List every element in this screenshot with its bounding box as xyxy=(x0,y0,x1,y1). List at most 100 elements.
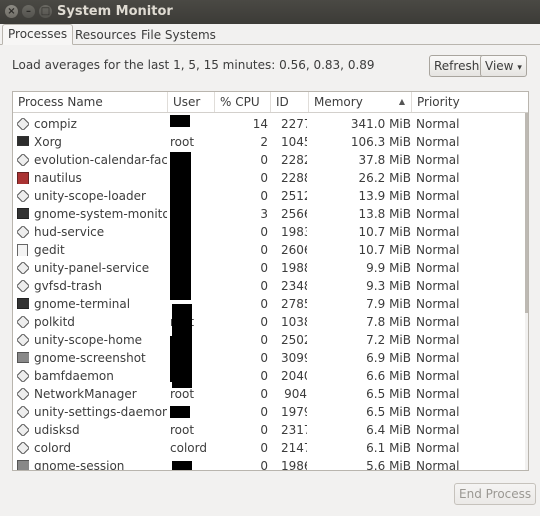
pid-cell: 2317 xyxy=(281,423,307,437)
table-row[interactable]: bamfdaemon 0 2040 6.6 MiB Normal xyxy=(13,367,525,385)
column-process-name[interactable]: Process Name xyxy=(13,92,168,112)
minimize-icon[interactable]: – xyxy=(22,5,35,18)
close-icon[interactable]: × xyxy=(5,5,18,18)
diamond-icon xyxy=(17,118,29,130)
diamond-icon xyxy=(17,406,29,418)
table-row[interactable]: unity-settings-daemon 0 1979 6.5 MiB Normal xyxy=(13,403,525,421)
priority-cell: Normal xyxy=(416,207,460,221)
cpu-cell: 0 xyxy=(260,297,268,311)
table-row[interactable]: Xorg root 2 1045 106.3 MiB Normal xyxy=(13,133,525,151)
memory-cell: 9.3 MiB xyxy=(366,279,411,293)
cpu-cell: 0 xyxy=(260,405,268,419)
table-row[interactable]: unity-scope-home 0 2502 7.2 MiB Normal xyxy=(13,331,525,349)
diamond-icon xyxy=(17,190,29,202)
priority-cell: Normal xyxy=(416,333,460,347)
pid-cell: 2502 xyxy=(281,333,307,347)
memory-cell: 6.5 MiB xyxy=(366,387,411,401)
table-row[interactable]: compiz 14 2277 341.0 MiB Normal xyxy=(13,115,525,133)
process-name-cell: unity-scope-home xyxy=(34,333,143,347)
table-row[interactable]: nautilus 0 2288 26.2 MiB Normal xyxy=(13,169,525,187)
table-row[interactable]: polkitdroot010387.8 MiBNormal xyxy=(13,313,525,331)
memory-cell: 7.8 MiB xyxy=(366,315,411,329)
pid-cell: 1979 xyxy=(281,405,307,419)
process-name-cell: polkitd xyxy=(34,315,75,329)
column-id[interactable]: ID xyxy=(271,92,309,112)
diamond-icon xyxy=(17,388,29,400)
process-name-cell: gedit xyxy=(34,243,65,257)
table-row[interactable]: gnome-session 0 1986 5.6 MiB Normal xyxy=(13,457,525,471)
table-row[interactable]: udisksd root 0 2317 6.4 MiB Normal xyxy=(13,421,525,439)
pid-cell: 2566 xyxy=(281,207,307,221)
table-row[interactable]: gnome-terminal 0 2785 7.9 MiB Normal xyxy=(13,295,525,313)
table-row[interactable]: colord colord 0 2147 6.1 MiB Normal xyxy=(13,439,525,457)
table-row[interactable]: unity-panel-service 0 1988 9.9 MiB Normal xyxy=(13,259,525,277)
process-name-cell: gnome-session xyxy=(34,459,125,471)
table-row[interactable]: gnome-screenshot 0 3099 6.9 MiB Normal xyxy=(13,349,525,367)
memory-cell: 106.3 MiB xyxy=(350,135,411,149)
priority-cell: Normal xyxy=(416,225,460,239)
pid-cell: 2512 xyxy=(281,189,307,203)
priority-cell: Normal xyxy=(416,117,460,131)
memory-cell: 6.6 MiB xyxy=(366,369,411,383)
memory-cell: 6.5 MiB xyxy=(366,405,411,419)
process-name-cell: evolution-calendar-factor xyxy=(34,153,167,167)
tab-resources[interactable]: Resources xyxy=(70,26,141,44)
process-name-cell: colord xyxy=(34,441,71,455)
redaction-block xyxy=(170,406,190,418)
column-memory-label: Memory xyxy=(314,95,363,109)
cpu-cell: 0 xyxy=(260,369,268,383)
files-icon xyxy=(17,172,29,184)
diamond-icon xyxy=(17,316,29,328)
table-header: Process Name User % CPU ID Memory ▲ Prio… xyxy=(13,92,528,113)
table-row[interactable]: hud-service 0 1983 10.7 MiB Normal xyxy=(13,223,525,241)
table-row[interactable]: gedit 0 2606 10.7 MiB Normal xyxy=(13,241,525,259)
table-row[interactable]: evolution-calendar-factor 0 2282 37.8 MiB No… xyxy=(13,151,525,169)
tab-bar: Processes Resources File Systems xyxy=(0,24,540,45)
table-row[interactable]: unity-scope-loader 0 2512 13.9 MiB Normal xyxy=(13,187,525,205)
column-memory[interactable]: Memory ▲ xyxy=(309,92,412,112)
priority-cell: Normal xyxy=(416,423,460,437)
redaction-block xyxy=(170,152,191,300)
maximize-icon[interactable]: □ xyxy=(39,5,52,18)
tab-processes[interactable]: Processes xyxy=(2,24,74,45)
cpu-cell: 14 xyxy=(252,117,268,131)
process-name-cell: udisksd xyxy=(34,423,80,437)
column-cpu[interactable]: % CPU xyxy=(215,92,271,112)
redaction-block xyxy=(170,115,190,127)
tab-file-systems[interactable]: File Systems xyxy=(136,26,221,44)
monitor-icon xyxy=(17,136,29,148)
memory-cell: 6.9 MiB xyxy=(366,351,411,365)
priority-cell: Normal xyxy=(416,243,460,257)
cpu-cell: 0 xyxy=(260,189,268,203)
diamond-icon xyxy=(17,442,29,454)
cpu-cell: 0 xyxy=(260,441,268,455)
process-name-cell: gnome-screenshot xyxy=(34,351,146,365)
view-button[interactable]: View ▾ xyxy=(480,55,527,77)
memory-cell: 10.7 MiB xyxy=(358,243,411,257)
scrollbar-thumb[interactable] xyxy=(525,113,528,313)
diamond-icon xyxy=(17,280,29,292)
cpu-cell: 0 xyxy=(260,153,268,167)
priority-cell: Normal xyxy=(416,405,460,419)
process-name-cell: gnome-terminal xyxy=(34,297,131,311)
priority-cell: Normal xyxy=(416,279,460,293)
pid-cell: 904 xyxy=(284,387,307,401)
cpu-cell: 0 xyxy=(260,423,268,437)
memory-cell: 7.2 MiB xyxy=(366,333,411,347)
column-priority[interactable]: Priority xyxy=(412,92,528,112)
column-user[interactable]: User xyxy=(168,92,215,112)
priority-cell: Normal xyxy=(416,369,460,383)
priority-cell: Normal xyxy=(416,387,460,401)
refresh-button[interactable]: Refresh xyxy=(429,55,485,77)
diamond-icon xyxy=(17,154,29,166)
table-row[interactable]: gvfsd-trash 0 2348 9.3 MiB Normal xyxy=(13,277,525,295)
pid-cell: 3099 xyxy=(281,351,307,365)
pid-cell: 2282 xyxy=(281,153,307,167)
table-row[interactable]: NetworkManager root 0 904 6.5 MiB Normal xyxy=(13,385,525,403)
table-row[interactable]: gnome-system-monitor 3 2566 13.8 MiB Normal xyxy=(13,205,525,223)
priority-cell: Normal xyxy=(416,315,460,329)
end-process-button[interactable]: End Process xyxy=(454,483,537,505)
priority-cell: Normal xyxy=(416,441,460,455)
pid-cell: 1038 xyxy=(281,315,307,329)
diamond-icon xyxy=(17,334,29,346)
